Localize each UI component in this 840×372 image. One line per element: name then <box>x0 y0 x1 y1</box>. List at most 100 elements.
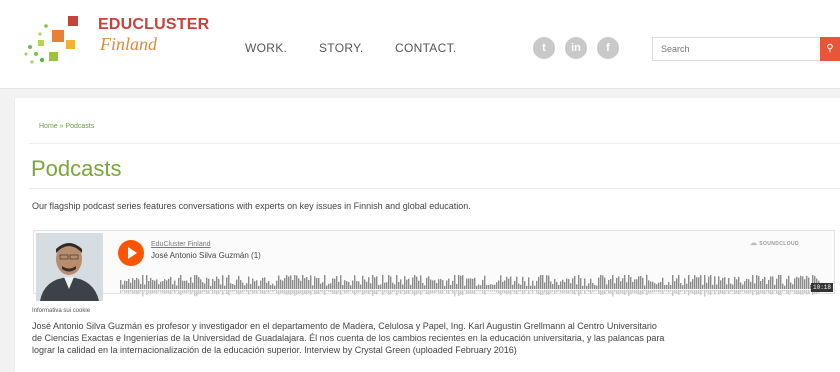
waveform-bar <box>582 285 584 289</box>
waveform-bar <box>322 282 324 289</box>
waveform-bar <box>174 280 176 289</box>
waveform-reflection <box>780 290 782 296</box>
waveform-reflection <box>380 290 382 292</box>
waveform-reflection <box>216 290 218 295</box>
waveform-reflection <box>462 290 464 295</box>
soundcloud-logo[interactable]: ☁ SOUNDCLOUD <box>750 239 799 247</box>
waveform-reflection <box>356 290 358 293</box>
track-title[interactable]: José Antonio Silva Guzmán (1) <box>151 251 261 260</box>
waveform-bar <box>708 276 710 289</box>
breadcrumb[interactable]: Home » Podcasts <box>39 123 94 130</box>
waveform-bar <box>638 276 640 289</box>
waveform-reflection <box>350 290 352 292</box>
waveform-bar <box>448 278 450 289</box>
waveform-reflection <box>712 290 714 292</box>
waveform-reflection <box>270 290 272 292</box>
waveform-reflection <box>666 290 668 292</box>
waveform-reflection <box>142 290 144 297</box>
description-line: lograr la calidad en la internacionaliza… <box>32 345 517 355</box>
waveform-reflection <box>310 290 312 295</box>
title-divider <box>29 188 840 189</box>
waveform-bar <box>750 281 752 289</box>
waveform-bar <box>368 277 370 289</box>
waveform-bar <box>400 279 402 289</box>
waveform-reflection <box>426 290 428 294</box>
waveform-bar <box>472 278 474 289</box>
waveform-bar <box>528 277 530 289</box>
waveform-bar <box>738 276 740 289</box>
waveform-reflection <box>156 290 158 294</box>
waveform-reflection <box>130 290 132 293</box>
waveform-reflection <box>602 290 604 295</box>
waveform[interactable] <box>120 275 820 297</box>
waveform-bar <box>130 282 132 289</box>
waveform-bar <box>736 279 738 289</box>
waveform-bar <box>384 282 386 289</box>
waveform-bar <box>390 276 392 289</box>
waveform-bar <box>620 281 622 289</box>
nav-work[interactable]: WORK. <box>245 41 287 55</box>
waveform-reflection <box>478 290 480 292</box>
waveform-bar <box>266 282 268 289</box>
waveform-bar <box>410 284 412 289</box>
waveform-reflection <box>760 290 762 293</box>
waveform-bar <box>460 275 462 289</box>
waveform-bar <box>374 277 376 289</box>
waveform-bar <box>434 280 436 289</box>
waveform-bar <box>778 275 780 289</box>
waveform-reflection <box>556 290 558 293</box>
waveform-reflection <box>468 290 470 294</box>
waveform-bar <box>354 275 356 289</box>
waveform-reflection <box>546 290 548 295</box>
waveform-bar <box>476 285 478 289</box>
waveform-bar <box>654 283 656 289</box>
waveform-bar <box>630 276 632 289</box>
waveform-bar <box>600 275 602 289</box>
waveform-reflection <box>374 290 376 295</box>
waveform-reflection <box>714 290 716 295</box>
waveform-reflection <box>756 290 758 296</box>
waveform-reflection <box>146 290 148 296</box>
facebook-icon[interactable]: f <box>597 37 619 59</box>
waveform-reflection <box>710 290 712 296</box>
waveform-reflection <box>200 290 202 294</box>
waveform-bar <box>530 285 532 289</box>
waveform-reflection <box>176 290 178 292</box>
waveform-reflection <box>590 290 592 294</box>
waveform-bar <box>732 284 734 289</box>
waveform-reflection <box>798 290 800 294</box>
waveform-reflection <box>746 290 748 294</box>
waveform-reflection <box>258 290 260 292</box>
nav-story[interactable]: STORY. <box>319 41 364 55</box>
nav-contact[interactable]: CONTACT. <box>395 41 457 55</box>
waveform-bar <box>450 284 452 289</box>
waveform-bar <box>186 280 188 289</box>
waveform-bar <box>418 280 420 289</box>
podcast-description: José Antonio Silva Guzmán es profesor y … <box>32 320 832 356</box>
search-input[interactable] <box>659 43 813 55</box>
waveform-bar <box>806 275 808 289</box>
waveform-bar <box>652 281 654 289</box>
twitter-icon[interactable]: t <box>533 37 555 59</box>
educluster-logo[interactable]: EDUCLUSTER Finland <box>22 14 209 78</box>
waveform-bar <box>498 280 500 289</box>
waveform-reflection <box>330 290 332 293</box>
waveform-bar <box>398 281 400 289</box>
waveform-bar <box>292 280 294 289</box>
waveform-reflection <box>580 290 582 294</box>
waveform-reflection <box>736 290 738 294</box>
play-button[interactable] <box>118 240 144 266</box>
waveform-reflection <box>226 290 228 295</box>
track-author-link[interactable]: EduCluster Finland <box>151 241 211 248</box>
waveform-bar <box>646 275 648 289</box>
cookie-notice-link[interactable]: Informativa sui cookie <box>32 308 90 314</box>
waveform-reflection <box>516 290 518 295</box>
linkedin-icon[interactable]: in <box>565 37 587 59</box>
waveform-reflection <box>512 290 514 292</box>
waveform-reflection <box>706 290 708 293</box>
search-button[interactable]: ⚲ <box>820 37 840 61</box>
waveform-reflection <box>128 290 130 294</box>
waveform-reflection <box>526 290 528 292</box>
waveform-reflection <box>300 290 302 293</box>
site-header: EDUCLUSTER Finland WORK. STORY. CONTACT.… <box>0 0 840 89</box>
